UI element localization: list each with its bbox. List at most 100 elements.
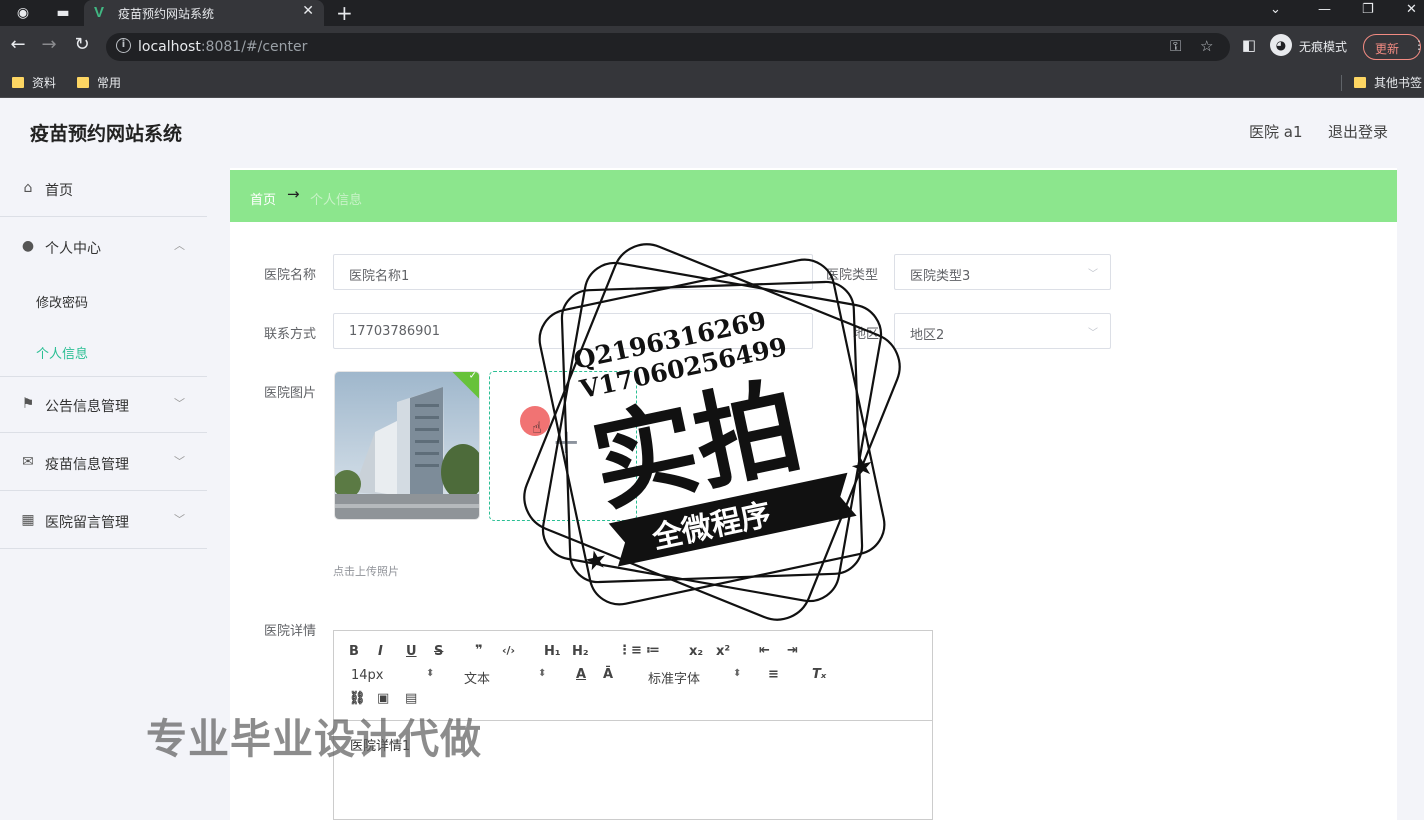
side-panel-icon[interactable]: ◧ (1238, 36, 1260, 54)
chevron-updown-icon: ⬍ (733, 668, 742, 679)
bold-button[interactable]: B (349, 644, 359, 659)
sidebar-label: 个人中心 (45, 241, 101, 257)
chevron-up-icon: ︿ (174, 239, 185, 252)
browser-tab[interactable]: V 疫苗预约网站系统 ✕ (84, 0, 324, 26)
minimize-icon[interactable]: — (1318, 2, 1331, 17)
chevron-updown-icon: ⬍ (426, 668, 435, 679)
app-title: 疫苗预约网站系统 (30, 123, 183, 145)
breadcrumb-current: 个人信息 (310, 193, 363, 208)
breadcrumb-home[interactable]: 首页 (250, 189, 276, 208)
contact-label: 联系方式 (264, 327, 317, 342)
chevron-down-icon: ﹀ (1088, 328, 1098, 339)
heading1-button[interactable]: H₁ (544, 644, 561, 659)
hospital-photo[interactable]: ✓ (334, 371, 480, 520)
outdent-button[interactable]: ⇤ (759, 643, 770, 658)
background-color-button[interactable]: Ā (603, 667, 613, 682)
sidebar-subitem-change-password[interactable]: 修改密码 (36, 292, 88, 311)
region-value: 地区2 (910, 328, 945, 343)
folder-icon (77, 77, 89, 88)
back-arrow-icon[interactable]: ← (7, 34, 29, 55)
bookmark-star-icon[interactable]: ☆ (1200, 37, 1213, 55)
font-color-button[interactable]: A (576, 667, 586, 682)
logout-link[interactable]: 退出登录 (1328, 121, 1388, 142)
link-icon[interactable]: ⛓ (349, 691, 366, 706)
indent-button[interactable]: ⇥ (787, 643, 798, 658)
watermark-text: 专业毕业设计代做 (146, 715, 482, 763)
hospital-detail-label: 医院详情 (264, 624, 317, 639)
italic-button[interactable]: I (378, 644, 383, 659)
url-host: localhost (138, 39, 201, 55)
underline-button[interactable]: U (406, 644, 417, 659)
contact-value: 17703786901 (349, 324, 440, 339)
chevron-down-icon: ﹀ (174, 455, 185, 468)
sidebar-label: 疫苗信息管理 (45, 457, 129, 473)
breadcrumb: 首页 → 个人信息 (230, 170, 1397, 222)
restore-icon[interactable]: ❐ (1362, 2, 1374, 17)
upload-hint: 点击上传照片 (333, 565, 399, 578)
site-info-icon[interactable]: i (116, 38, 131, 53)
chevron-down-icon: ﹀ (174, 513, 185, 526)
blockquote-button[interactable]: ❞ (475, 643, 483, 658)
bookmark-label: 常用 (97, 76, 122, 90)
other-bookmarks[interactable]: 其他书签 (1354, 74, 1422, 91)
browser-toolbar: ← → ↻ i localhost:8081/#/center ⚿ ☆ ◧ ◕ … (0, 26, 1424, 68)
bookmark-separator (1341, 75, 1342, 91)
align-button[interactable]: ≡ (768, 667, 779, 682)
key-icon[interactable]: ⚿ (1170, 37, 1181, 55)
clear-format-button[interactable]: Tₓ (812, 667, 826, 682)
font-family-select[interactable]: 标准字体 (648, 668, 700, 687)
tab-title: 疫苗预约网站系统 (118, 7, 215, 21)
bookmark-folder-2[interactable]: 常用 (77, 74, 121, 91)
hospital-type-select[interactable]: 医院类型3 ﹀ (894, 254, 1111, 290)
sidebar-item-vaccine-mgmt[interactable]: ✉ 疫苗信息管理 ﹀ (0, 435, 207, 491)
sidebar-subitem-personal-info[interactable]: 个人信息 (36, 343, 88, 362)
chevron-down-icon: ﹀ (1088, 269, 1098, 280)
close-window-icon[interactable]: ✕ (1406, 2, 1417, 17)
sidebar-item-message-mgmt[interactable]: ▦ 医院留言管理 ﹀ (0, 493, 207, 549)
url-text: localhost:8081/#/center (138, 39, 307, 55)
strike-button[interactable]: S (434, 644, 443, 659)
update-button[interactable]: 更新 ⋮ (1363, 34, 1424, 60)
subscript-button[interactable]: x₂ (689, 644, 703, 659)
browser-globe-icon[interactable]: ◉ (14, 4, 32, 22)
video-icon[interactable]: ▤ (405, 691, 417, 706)
hospital-image-label: 医院图片 (264, 386, 317, 401)
sidebar-item-personal-center[interactable]: ● 个人中心 ︿ 修改密码 个人信息 (0, 219, 207, 377)
chevron-down-icon: ﹀ (174, 397, 185, 410)
incognito-label: 无痕模式 (1299, 40, 1348, 54)
vue-favicon-icon: V (94, 4, 105, 21)
hospital-name-label: 医院名称 (264, 268, 317, 283)
forward-arrow-icon[interactable]: → (38, 34, 60, 55)
new-tab-icon[interactable]: + (336, 1, 353, 25)
folder-icon (12, 77, 24, 88)
tab-search-chevron-icon[interactable]: ⌄ (1270, 2, 1281, 17)
superscript-button[interactable]: x² (716, 644, 730, 659)
code-button[interactable]: ‹/› (502, 644, 515, 657)
hospital-building-image (335, 372, 479, 519)
bookmarks-bar: 资料 常用 其他书签 (0, 68, 1424, 98)
home-icon: ⌂ (23, 180, 33, 196)
folder-icon (1354, 77, 1366, 88)
block-type-select[interactable]: 文本 (464, 668, 490, 687)
breadcrumb-arrow: → (287, 185, 300, 203)
tab-strip-icon[interactable]: ▬ (54, 4, 72, 22)
bullet-list-button[interactable]: ≔ (646, 643, 660, 658)
heading2-button[interactable]: H₂ (572, 644, 589, 659)
update-label: 更新 (1375, 42, 1400, 56)
region-select[interactable]: 地区2 ﹀ (894, 313, 1111, 349)
image-icon[interactable]: ▣ (377, 691, 389, 706)
sidebar-item-home[interactable]: ⌂ 首页 (0, 161, 207, 217)
sidebar-item-notice-mgmt[interactable]: ⚑ 公告信息管理 ﹀ (0, 377, 207, 433)
tab-close-icon[interactable]: ✕ (302, 3, 314, 19)
current-user: 医院 a1 (1249, 123, 1303, 141)
ordered-list-button[interactable]: ⋮≡ (618, 643, 642, 658)
bookmark-folder-1[interactable]: 资料 (12, 74, 56, 91)
star-icon: ★ (848, 450, 877, 484)
sidebar-label: 公告信息管理 (45, 399, 129, 415)
reload-icon[interactable]: ↻ (71, 34, 93, 55)
sidebar-label: 医院留言管理 (45, 515, 129, 531)
address-bar[interactable]: i localhost:8081/#/center ⚿ ☆ (106, 33, 1230, 61)
hospital-type-value: 医院类型3 (910, 269, 971, 284)
mail-icon: ✉ (22, 454, 34, 470)
font-size-select[interactable]: 14px (351, 668, 384, 683)
